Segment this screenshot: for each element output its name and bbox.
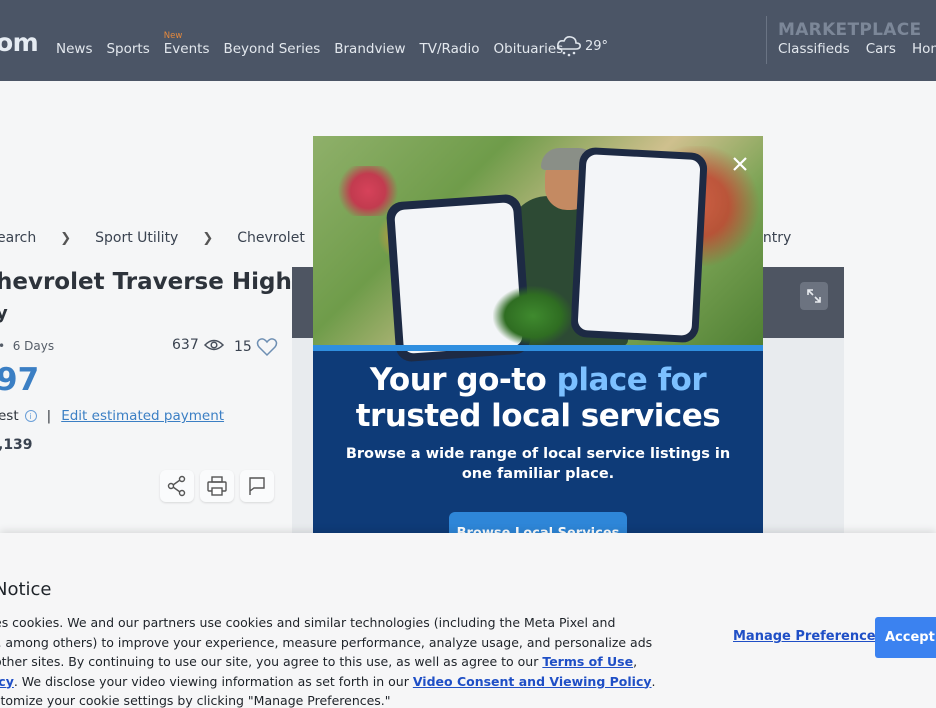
nav-tv-radio-label: TV/Radio [419,41,480,57]
listing-meta: • 6 Days [0,339,54,353]
ad-divider [313,345,763,351]
info-icon[interactable]: i [24,410,37,422]
nav-brandview[interactable]: Brandview [334,41,405,57]
weather-widget[interactable]: 29° [555,33,608,59]
like-count[interactable]: 15 [234,337,278,357]
expand-icon [807,289,821,303]
marketplace-links: Classifieds Cars Home [778,41,936,57]
separator: | [46,408,52,424]
cookie-line-text: , [633,654,638,669]
ad-popup[interactable]: Your go-to place for trusted local servi… [313,136,763,536]
marketplace-title: MARKETPLACE [778,20,922,40]
ad-headline-part1: Your go-to [369,362,557,398]
nav-obituaries[interactable]: Obituaries [494,41,564,57]
chevron-right-icon: ❯ [202,230,214,246]
nav-obituaries-label: Obituaries [493,41,564,57]
ad-headline: Your go-to place for trusted local servi… [313,362,763,434]
print-button[interactable] [200,470,234,502]
nav-beyond-series-label: Beyond Series [223,41,321,57]
ad-image-phone [570,146,708,344]
cookie-banner: Notice es cookies. We and our partners u… [0,533,936,708]
marketplace-classifieds[interactable]: Classifieds [778,41,850,57]
nav-sports-label: Sports [106,41,150,57]
header-divider [766,16,767,64]
breadcrumb-sport-utility[interactable]: Sport Utility [95,230,178,246]
nav-brandview-label: Brandview [334,41,406,57]
chevron-right-icon: ❯ [60,230,72,246]
listing-title: hevrolet Traverse High [0,269,292,295]
nav-news-label: News [56,41,93,57]
listing-title-line2: y [0,303,8,324]
ad-subtext: Browse a wide range of local service lis… [345,446,731,482]
cookie-line: other sites. By continuing to use our si… [0,652,637,672]
ad-hero-image [313,136,763,363]
video-consent-link[interactable]: Video Consent and Viewing Policy [413,674,652,689]
share-icon [167,475,186,497]
view-count-value: 637 [172,337,199,353]
cookie-line-text: . [651,673,656,689]
ad-image-plant [493,286,573,346]
breadcrumb: earch ❯ Sport Utility ❯ Chevrolet [0,230,305,246]
cookie-line: stomize your cookie settings by clicking… [0,693,391,708]
estimate-row: est i | Edit estimated payment [0,408,224,424]
listing-price: 97 [0,362,40,398]
site-logo[interactable]: om [0,28,39,57]
expand-gallery-button[interactable] [800,282,828,310]
site-header: om News Sports New Events Beyond Series B… [0,0,936,81]
snow-cloud-icon [557,36,581,57]
nav-sports[interactable]: Sports [106,41,149,57]
view-count: 637 [172,337,225,353]
printer-icon [207,476,227,496]
flag-icon [249,477,265,495]
report-button[interactable] [240,470,274,502]
cookie-line: es cookies. We and our partners use cook… [0,615,616,630]
main-nav: News Sports New Events Beyond Series Bran… [56,31,577,57]
nav-news[interactable]: News [56,41,92,57]
marketplace-home[interactable]: Home [912,41,936,57]
breadcrumb-chevrolet[interactable]: Chevrolet [237,230,305,246]
cookie-line-text: other sites. By continuing to use our si… [0,654,543,669]
cookie-line: icy. We disclose your video viewing info… [0,672,656,692]
privacy-policy-link[interactable]: icy [0,674,14,689]
share-button[interactable] [160,470,194,502]
like-count-value: 15 [234,339,252,355]
heart-icon[interactable] [256,337,278,357]
cookie-line-text: . We disclose your video viewing informa… [13,673,413,689]
cookie-text: es cookies. We and our partners use cook… [0,613,656,708]
close-ad-button[interactable] [727,151,753,177]
ad-image-phone-screen [577,154,701,336]
manage-preferences-link[interactable]: Manage Preferences [733,629,883,644]
breadcrumb-search[interactable]: earch [0,230,36,246]
cookie-title: Notice [0,579,52,600]
weather-temp: 29° [585,38,609,54]
nav-events-label: Events [163,41,210,57]
ad-headline-highlight: place for [556,362,707,398]
accept-all-button[interactable]: Accept all [875,617,936,658]
terms-of-use-link[interactable]: Terms of Use [542,654,633,669]
cookie-line: l, among others) to improve your experie… [0,634,653,650]
ad-headline-part3: trusted local services [355,398,721,434]
new-badge: New [163,31,183,41]
sub-price: ,139 [0,437,33,453]
posted-age: 6 Days [12,339,55,353]
close-icon [733,157,747,171]
edit-payment-link[interactable]: Edit estimated payment [61,408,224,424]
nav-events[interactable]: New Events [163,31,210,57]
estimate-label: est [0,408,19,424]
nav-beyond-series[interactable]: Beyond Series [223,41,320,57]
marketplace-cars[interactable]: Cars [866,41,896,57]
nav-tv-radio[interactable]: TV/Radio [420,41,480,57]
eye-icon [203,339,224,351]
